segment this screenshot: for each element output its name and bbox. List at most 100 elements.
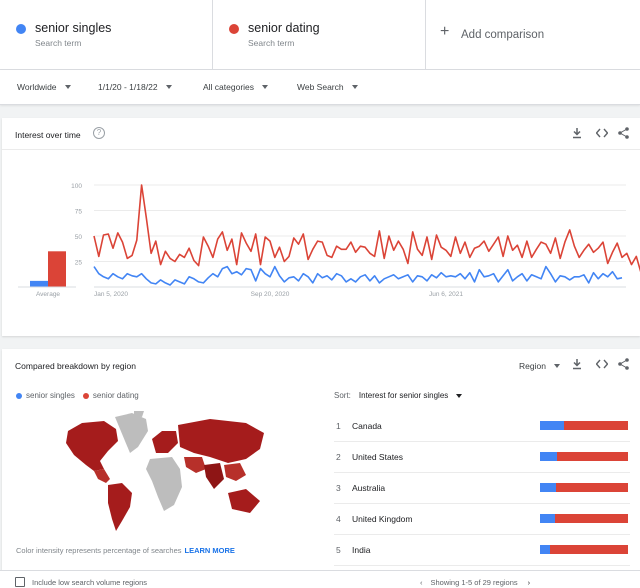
share-bar-blue — [540, 452, 557, 461]
interest-over-time-card: Interest over time ? 25 50 75 100 Jan 5, 202… — [2, 118, 640, 336]
download-icon[interactable] — [572, 359, 582, 370]
next-page-icon[interactable]: › — [528, 578, 531, 587]
category-value: All categories — [203, 82, 255, 92]
region-share-bar — [540, 514, 628, 523]
term-color-dot — [16, 24, 26, 34]
region-row[interactable]: 1 Canada — [334, 411, 630, 442]
term-type: Search term — [35, 38, 82, 48]
region-name: Australia — [352, 483, 386, 493]
region-name: United Kingdom — [352, 514, 413, 524]
series-line-senior-singles — [93, 265, 623, 286]
category-dropdown[interactable]: All categories — [203, 82, 269, 92]
y-tick-label: 50 — [75, 234, 83, 241]
low-volume-checkbox[interactable] — [15, 577, 25, 587]
region-scope-dropdown[interactable]: Region — [519, 361, 560, 371]
region-rank: 3 — [336, 483, 341, 493]
add-comparison-label: Add comparison — [461, 29, 545, 41]
search-type-dropdown[interactable]: Web Search — [297, 82, 358, 92]
region-scope-value: Region — [519, 361, 546, 371]
date-range-value: 1/1/20 - 1/18/22 — [98, 82, 158, 92]
pagination-label: Showing 1-5 of 29 regions — [430, 578, 518, 587]
region-rank: 4 — [336, 514, 341, 524]
term-chip-senior-singles[interactable]: senior singles Search term — [0, 0, 213, 70]
region-share-bar — [540, 545, 628, 554]
region-value: Worldwide — [17, 82, 57, 92]
average-bar-senior-singles — [30, 280, 48, 287]
region-share-bar — [540, 421, 628, 430]
interest-line-chart: 25 50 75 100 Jan 5, 2020 Sep 20, 2020 Jun 6, 2… — [18, 183, 640, 298]
card-title: Interest over time — [15, 130, 81, 140]
term-name[interactable]: senior dating — [248, 21, 320, 35]
region-rank: 1 — [336, 421, 341, 431]
region-row[interactable]: 3 Australia — [334, 473, 630, 504]
y-tick-label: 25 — [75, 260, 83, 267]
caret-down-icon — [64, 85, 71, 89]
low-volume-label: Include low search volume regions — [32, 578, 148, 587]
term-type: Search term — [248, 38, 295, 48]
embed-icon[interactable] — [596, 359, 608, 369]
share-icon[interactable] — [618, 358, 629, 370]
x-tick-label: Jan 5, 2020 — [94, 291, 128, 298]
legend-label: senior singles — [26, 391, 75, 400]
term-name[interactable]: senior singles — [35, 21, 111, 35]
search-terms-bar: senior singles Search term senior dating… — [0, 0, 640, 70]
y-tick-label: 100 — [71, 183, 82, 190]
card-header: Compared breakdown by region Region — [2, 349, 640, 381]
region-share-bar — [540, 483, 628, 492]
share-bar-red — [555, 483, 628, 492]
share-bar-blue — [540, 483, 556, 492]
x-tick-label: Sep 20, 2020 — [251, 291, 290, 298]
map-legend: senior singles senior dating — [16, 391, 139, 400]
region-dropdown[interactable]: Worldwide — [17, 82, 71, 92]
region-row[interactable]: 2 United States — [334, 442, 630, 473]
card-header: Interest over time ? — [2, 118, 640, 150]
sort-value: Interest for senior singles — [358, 391, 449, 400]
plus-icon: + — [440, 23, 450, 40]
average-bar-senior-dating — [48, 251, 66, 287]
y-tick-label: 75 — [75, 209, 83, 216]
term-color-dot — [229, 24, 239, 34]
prev-page-icon[interactable]: ‹ — [420, 578, 423, 587]
date-range-dropdown[interactable]: 1/1/20 - 1/18/22 — [98, 82, 172, 92]
region-card-footer: Include low search volume regions ‹ Showi… — [0, 570, 640, 588]
legend-label: senior dating — [92, 391, 139, 400]
share-bar-red — [549, 545, 628, 554]
download-icon[interactable] — [572, 128, 582, 139]
filter-bar: Worldwide 1/1/20 - 1/18/22 All categorie… — [0, 70, 640, 105]
region-name: India — [352, 545, 371, 555]
world-map[interactable] — [60, 409, 270, 539]
region-row[interactable]: 4 United Kingdom — [334, 504, 630, 535]
caret-down-icon — [351, 85, 358, 89]
region-breakdown-card: Compared breakdown by region Region seni… — [2, 349, 640, 570]
x-tick-label: Jun 6, 2021 — [429, 291, 463, 298]
region-rank: 5 — [336, 545, 341, 555]
embed-icon[interactable] — [596, 128, 608, 138]
region-share-bar — [540, 452, 628, 461]
pagination-text: ‹ Showing 1-5 of 29 regions › — [420, 578, 530, 587]
share-bar-blue — [540, 421, 564, 430]
average-label: Average — [36, 291, 60, 298]
share-bar-red — [556, 452, 628, 461]
share-bar-red — [554, 514, 628, 523]
add-comparison-button[interactable]: + Add comparison — [426, 0, 640, 69]
sort-label: Sort: — [334, 391, 351, 400]
series-line-senior-dating — [93, 184, 640, 273]
region-rank: 2 — [336, 452, 341, 462]
region-row[interactable]: 5 India — [334, 535, 630, 566]
share-bar-blue — [540, 545, 550, 554]
map-footnote: Color intensity represents percentage of… — [16, 546, 235, 555]
caret-down-icon — [456, 393, 463, 398]
legend-dot — [16, 392, 22, 399]
region-name: Canada — [352, 421, 382, 431]
caret-down-icon — [553, 364, 560, 368]
sort-control[interactable]: Sort: Interest for senior singles — [334, 391, 463, 400]
region-name: United States — [352, 452, 404, 462]
footnote-text: Color intensity represents percentage of… — [16, 546, 182, 555]
term-chip-senior-dating[interactable]: senior dating Search term — [213, 0, 426, 70]
caret-down-icon — [262, 85, 269, 89]
help-icon[interactable]: ? — [93, 127, 105, 139]
card-title: Compared breakdown by region — [15, 361, 136, 371]
share-bar-red — [563, 421, 628, 430]
learn-more-link[interactable]: LEARN MORE — [185, 546, 235, 555]
share-icon[interactable] — [618, 127, 629, 139]
